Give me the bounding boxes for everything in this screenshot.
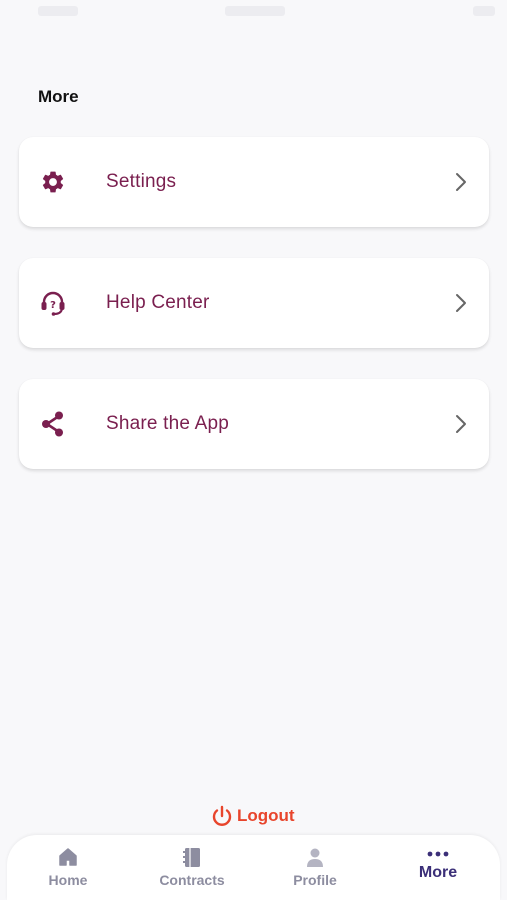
tab-home-label: Home: [48, 872, 88, 888]
help-center-label: Help Center: [106, 292, 210, 313]
status-center-placeholder: [225, 6, 285, 16]
logout-button[interactable]: Logout: [210, 804, 295, 828]
chevron-right-icon: [456, 415, 466, 433]
power-icon: [212, 805, 232, 826]
chevron-right-icon: [456, 294, 466, 312]
share-app-menu-item[interactable]: Share the App: [19, 379, 489, 469]
home-icon: [56, 845, 80, 869]
help-center-menu-item[interactable]: ? Help Center: [19, 258, 489, 348]
share-app-label: Share the App: [106, 413, 230, 434]
settings-label: Settings: [106, 171, 177, 192]
svg-text:?: ?: [50, 300, 56, 311]
gear-icon: [39, 168, 67, 196]
headset-help-icon: ?: [39, 289, 67, 317]
contracts-icon: [180, 845, 204, 869]
tab-more-label: More: [418, 864, 458, 881]
chevron-right-icon: [456, 173, 466, 191]
tab-profile-label: Profile: [293, 872, 337, 888]
tab-contracts[interactable]: Contracts: [147, 845, 237, 893]
more-dots-icon: [426, 847, 450, 861]
tab-home[interactable]: Home: [23, 845, 113, 893]
settings-menu-item[interactable]: Settings: [19, 137, 489, 227]
status-time-placeholder: [38, 6, 78, 16]
profile-icon: [303, 845, 327, 869]
tab-more[interactable]: More: [393, 847, 483, 895]
logout-label: Logout: [237, 806, 295, 825]
tab-profile[interactable]: Profile: [270, 845, 360, 893]
status-bar: [0, 0, 507, 26]
share-icon: [39, 410, 67, 438]
page-title: More: [38, 87, 79, 106]
battery-icon: [473, 6, 495, 16]
bottom-tab-bar: Home Contracts Profile More: [7, 835, 500, 900]
tab-contracts-label: Contracts: [159, 872, 225, 888]
